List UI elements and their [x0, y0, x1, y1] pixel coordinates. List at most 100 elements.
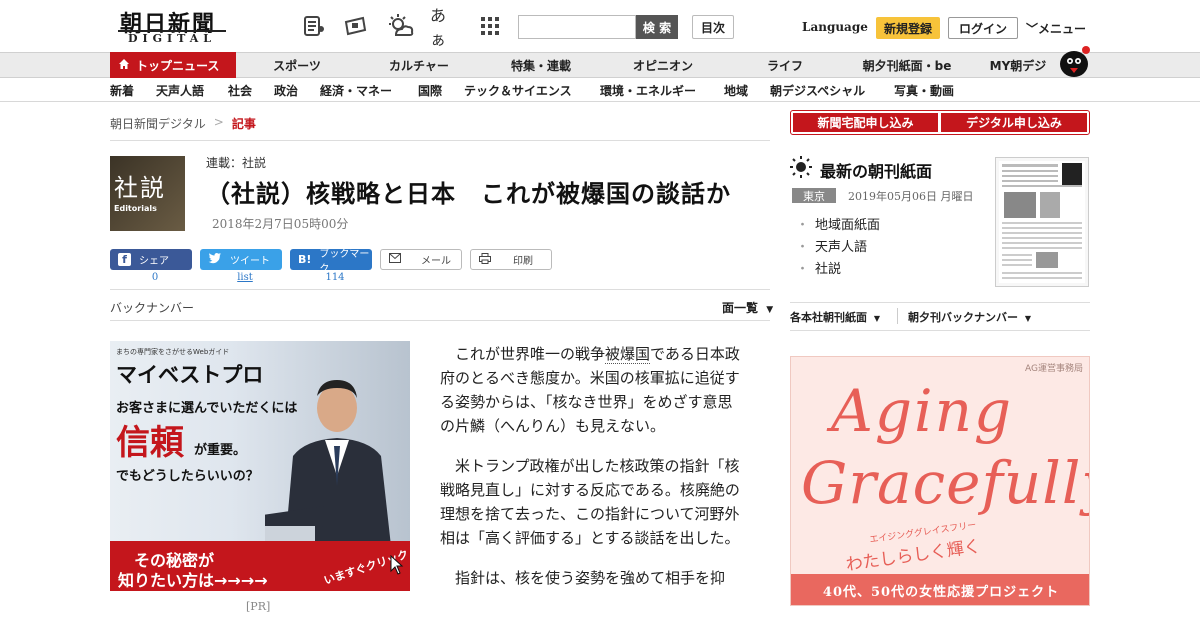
twitter-share-count[interactable]: list	[204, 272, 286, 283]
caret-down-icon: ▼	[1024, 314, 1031, 323]
ad-headline-line2: Gracefully	[801, 449, 1090, 517]
signup-button[interactable]: 新規登録	[876, 17, 940, 39]
ad-line3: でもどうしたらいいの？	[116, 469, 259, 484]
aging-gracefully-advertisement[interactable]: AG運営事務局 Aging Gracefully エイジンググレイスフリー わた…	[790, 356, 1090, 606]
edition-date: 2019年05月06日 月曜日	[848, 190, 974, 203]
nav-print-edition[interactable]: 朝夕刊紙面・be	[852, 52, 962, 78]
editorial-badge[interactable]: 社説 Editorials	[110, 156, 185, 231]
nav-my-asahi[interactable]: MY朝デジ	[978, 52, 1058, 78]
nav-features[interactable]: 特集・連載	[496, 52, 586, 78]
caret-down-icon: ▼	[873, 314, 880, 323]
weather-icon[interactable]	[386, 12, 414, 40]
share-hatena-button[interactable]: B! ブックマーク	[290, 249, 372, 275]
twitter-icon	[208, 252, 222, 267]
divider	[790, 330, 1090, 331]
chevron-down-icon: ﹀	[1026, 22, 1039, 36]
article-paragraph: 米トランプ政権が出した核政策の指針「核戦略見直し」に対する反応である。核廃絶の理…	[440, 457, 740, 547]
print-button[interactable]: 印刷	[470, 249, 552, 270]
pr-label: [PR]	[246, 600, 271, 613]
ad-line1: お客さまに選んでいただくには	[116, 401, 298, 416]
main-edition-dropdown[interactable]: 各本社朝刊紙面 ▼	[790, 309, 880, 325]
font-size-icon[interactable]: あぁ	[430, 6, 458, 49]
home-icon	[118, 58, 130, 73]
nav-politics[interactable]: 政治	[274, 79, 298, 102]
video-icon[interactable]	[342, 12, 370, 40]
evening-backnumber-dropdown[interactable]: 朝夕刊バックナンバー ▼	[908, 309, 1031, 325]
ad-bottom-line2: 知りたい方は→→→→	[118, 571, 268, 590]
subscribe-home-delivery-button[interactable]: 新聞宅配申し込み	[793, 113, 938, 132]
region-badge: 東京	[792, 188, 836, 203]
mail-icon	[389, 253, 401, 266]
breadcrumb: 朝日新聞デジタル > 記事	[110, 115, 256, 132]
article-paragraph: これが世界唯一の戦争被爆国である日本政府のとるべき態度か。米国の核軍拡に追従する…	[440, 345, 740, 435]
share-twitter-label: ツイート	[230, 256, 270, 267]
article-body: これが世界唯一の戦争被爆国である日本政府のとるべき態度か。米国の核軍拡に追従する…	[440, 342, 745, 606]
nav-culture[interactable]: カルチャー	[374, 52, 464, 78]
cursor-icon	[390, 554, 404, 579]
publish-date: 2018年2月7日05時00分	[212, 217, 349, 231]
share-hatena-label: ブックマーク	[319, 248, 370, 275]
nav-latest[interactable]: 新着	[110, 79, 134, 102]
glossary-link[interactable]: 被爆国	[605, 345, 651, 364]
evening-backnumber-label: 朝夕刊バックナンバー	[908, 311, 1018, 324]
share-mail-label: メール	[421, 256, 451, 267]
menu-label: メニュー	[1038, 22, 1087, 36]
divider	[897, 308, 898, 324]
subscribe-digital-button[interactable]: デジタル申し込み	[941, 113, 1087, 132]
language-link[interactable]: Language	[802, 20, 868, 34]
printer-icon	[479, 252, 491, 267]
sidebar-link-tenseijingo[interactable]: ・天声人語	[796, 236, 867, 255]
series-label[interactable]: 連載：社説	[206, 154, 266, 171]
site-logo-subtitle: DIGITAL	[118, 30, 226, 46]
login-button[interactable]: ログイン	[948, 17, 1018, 39]
nav-international[interactable]: 国際	[418, 79, 442, 102]
nav-tech-science[interactable]: テック＆サイエンス	[464, 79, 572, 102]
breadcrumb-current: 記事	[231, 117, 256, 131]
share-facebook-button[interactable]: f シェア	[110, 249, 192, 270]
nav-photo-video[interactable]: 写真・動画	[894, 79, 954, 102]
nav-life[interactable]: ライフ	[740, 52, 830, 78]
grid-menu-icon[interactable]	[476, 12, 504, 40]
share-mail-button[interactable]: メール	[380, 249, 462, 270]
backnumber-link[interactable]: バックナンバー	[110, 299, 194, 316]
editorial-badge-kanji: 社説	[114, 174, 166, 202]
hatena-bookmark-count[interactable]: 114	[294, 272, 376, 283]
nav-tenseijingo[interactable]: 天声人語	[156, 79, 204, 102]
facebook-icon: f	[118, 253, 131, 266]
caret-down-icon: ▼	[766, 305, 774, 315]
nav-opinion[interactable]: オピニオン	[618, 52, 708, 78]
nav-top-news-label: トップニュース	[136, 58, 220, 73]
hatena-bookmark-icon: B!	[298, 253, 312, 266]
toc-button[interactable]: 目次	[692, 15, 734, 39]
share-facebook-label: シェア	[139, 256, 169, 267]
divider	[110, 289, 770, 290]
ad-bottom-banner: 40代、50代の女性応援プロジェクト	[791, 574, 1089, 605]
ad-big-text: 信頼	[116, 423, 184, 463]
search-button[interactable]: 検 索	[636, 15, 678, 39]
menu-button[interactable]: ﹀メニュー	[1026, 20, 1086, 37]
sun-icon	[790, 156, 812, 178]
pr-advertisement[interactable]: まちの専門家をさがせるWebガイド マイベストプロ お客さまに選んでいただくには…	[110, 341, 410, 591]
ad-tagline: まちの専門家をさがせるWebガイド	[116, 348, 230, 356]
breadcrumb-home[interactable]: 朝日新聞デジタル	[110, 115, 206, 132]
newspaper-list-icon[interactable]	[300, 12, 328, 40]
nav-environment[interactable]: 環境・エネルギー	[600, 79, 696, 102]
divider	[110, 320, 770, 321]
nav-society[interactable]: 社会	[228, 79, 252, 102]
ad-brand: マイベストプロ	[116, 363, 264, 387]
mascot-icon	[1056, 44, 1092, 78]
nav-region[interactable]: 地域	[724, 79, 748, 102]
sidebar-link-editorial[interactable]: ・社説	[796, 258, 841, 277]
nav-economy[interactable]: 経済・マネー	[320, 79, 392, 102]
businessman-image	[265, 380, 391, 546]
sidebar-link-regional[interactable]: ・地域面紙面	[796, 214, 880, 233]
pages-list-dropdown[interactable]: 面一覧 ▼	[722, 299, 773, 316]
share-twitter-button[interactable]: ツイート	[200, 249, 282, 270]
latest-morning-edition-title[interactable]: 最新の朝刊紙面	[820, 158, 932, 182]
nav-top-news[interactable]: トップニュース	[110, 52, 236, 78]
search-input[interactable]	[518, 15, 636, 39]
nav-sports[interactable]: スポーツ	[252, 52, 342, 78]
nav-special[interactable]: 朝デジスペシャル	[770, 79, 865, 102]
divider	[110, 140, 770, 141]
newspaper-thumbnail[interactable]	[995, 157, 1089, 287]
